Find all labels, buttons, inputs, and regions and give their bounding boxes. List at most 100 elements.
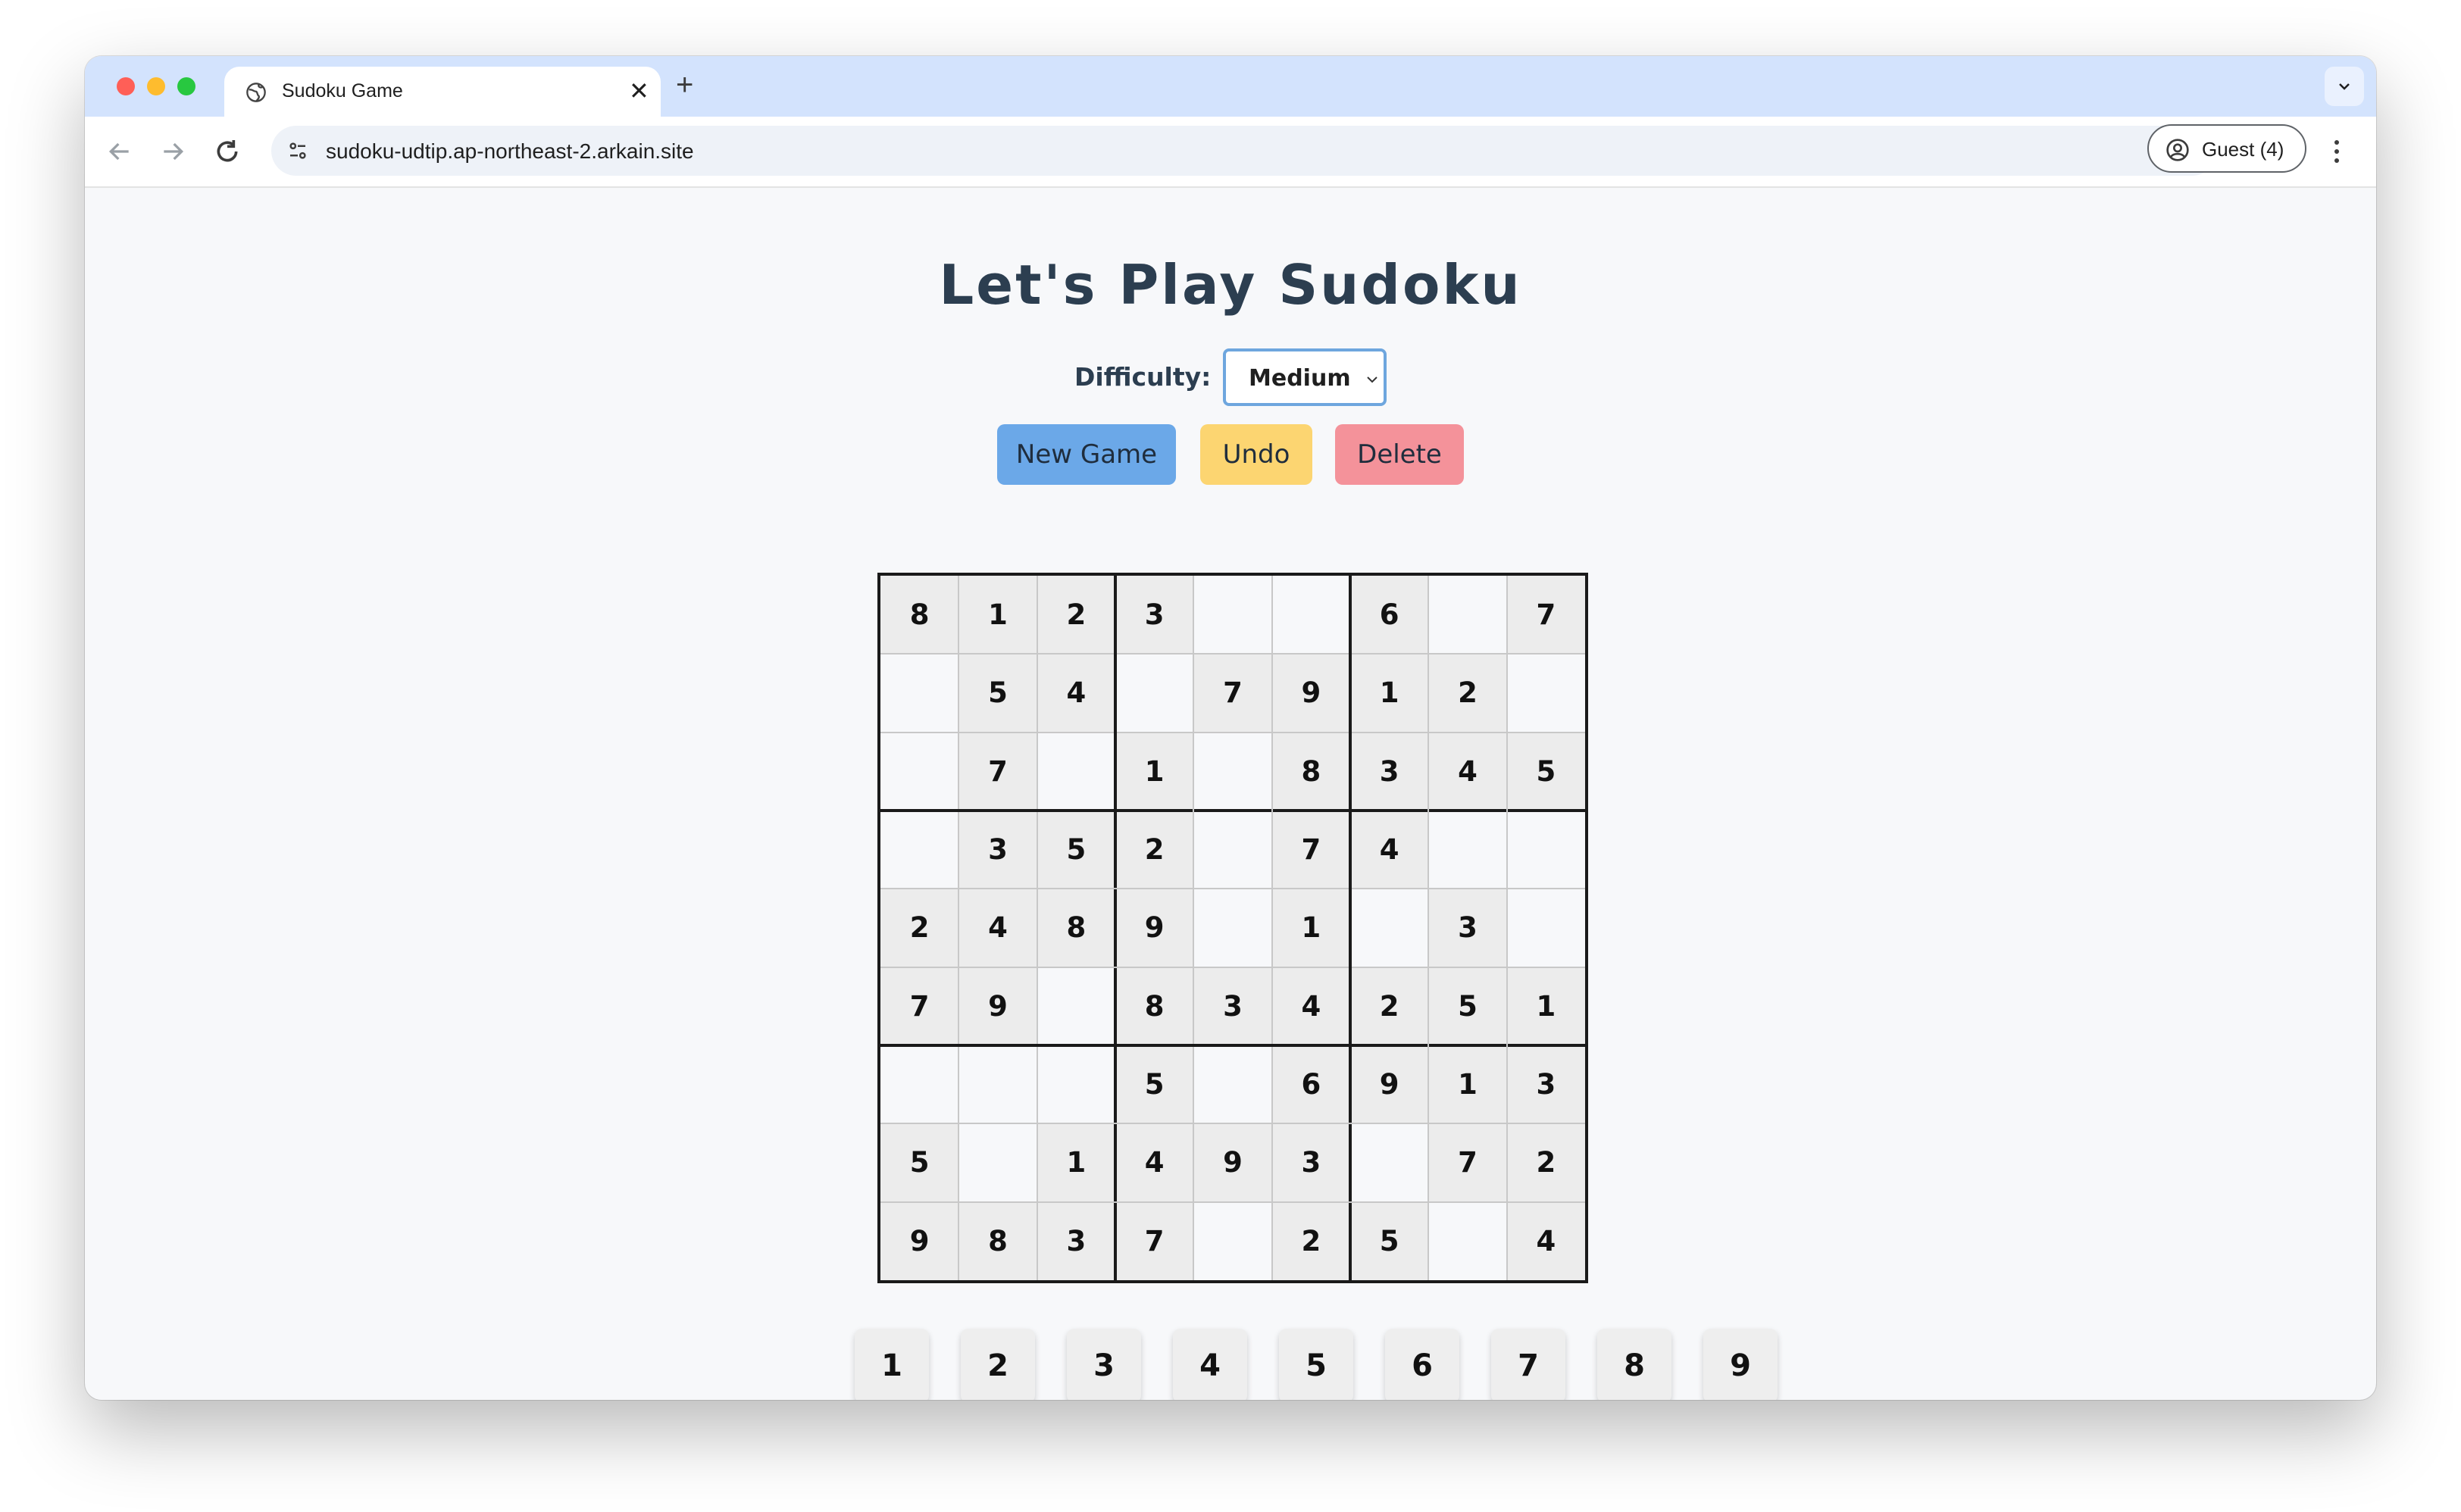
sudoku-cell[interactable]: 5: [1506, 732, 1585, 811]
sudoku-cell[interactable]: 5: [1037, 811, 1115, 889]
sudoku-cell[interactable]: [1037, 967, 1115, 1045]
sudoku-cell[interactable]: 4: [1428, 732, 1507, 811]
sudoku-cell[interactable]: [1193, 733, 1271, 811]
tab-sudoku-game[interactable]: Sudoku Game ✕: [224, 67, 661, 117]
sudoku-cell[interactable]: 1: [1115, 732, 1194, 811]
more-menu-icon[interactable]: [2332, 136, 2341, 167]
sudoku-cell[interactable]: [958, 1045, 1037, 1123]
sudoku-cell[interactable]: 8: [1037, 889, 1115, 967]
sudoku-cell[interactable]: 5: [1428, 967, 1507, 1045]
sudoku-cell[interactable]: 2: [1037, 576, 1115, 654]
sudoku-cell[interactable]: [1037, 1045, 1115, 1123]
sudoku-cell[interactable]: [1428, 811, 1506, 889]
minimize-window-button[interactable]: [147, 77, 165, 95]
sudoku-cell[interactable]: [880, 654, 958, 732]
sudoku-cell[interactable]: 9: [1271, 654, 1350, 733]
numpad-key[interactable]: 6: [1385, 1329, 1459, 1400]
sudoku-cell[interactable]: 7: [1506, 576, 1585, 654]
sudoku-cell[interactable]: 6: [1350, 576, 1429, 654]
sudoku-cell[interactable]: [880, 733, 958, 811]
reload-icon[interactable]: [212, 136, 242, 167]
site-settings-icon[interactable]: [286, 139, 309, 162]
sudoku-cell[interactable]: [1037, 733, 1115, 811]
sudoku-cell[interactable]: 7: [880, 967, 959, 1045]
sudoku-cell[interactable]: 8: [880, 576, 959, 654]
sudoku-cell[interactable]: 2: [1271, 1201, 1350, 1280]
profile-button[interactable]: Guest (4): [2147, 124, 2306, 173]
sudoku-cell[interactable]: 4: [958, 889, 1037, 967]
sudoku-cell[interactable]: 7: [958, 732, 1037, 811]
close-window-button[interactable]: [117, 77, 135, 95]
close-icon[interactable]: ✕: [629, 77, 649, 105]
sudoku-cell[interactable]: [1507, 811, 1585, 889]
numpad-key[interactable]: 4: [1173, 1329, 1247, 1400]
sudoku-cell[interactable]: [1350, 1123, 1428, 1201]
sudoku-cell[interactable]: 2: [1428, 654, 1507, 733]
numpad-key[interactable]: 5: [1279, 1329, 1353, 1400]
sudoku-cell[interactable]: 3: [1350, 732, 1429, 811]
delete-button[interactable]: Delete: [1335, 424, 1464, 485]
sudoku-cell[interactable]: 4: [1271, 967, 1350, 1045]
sudoku-cell[interactable]: 7: [1428, 1123, 1507, 1202]
sudoku-cell[interactable]: 3: [1037, 1201, 1115, 1280]
sudoku-cell[interactable]: [1428, 1202, 1506, 1280]
sudoku-cell[interactable]: 1: [1350, 654, 1429, 733]
sudoku-cell[interactable]: [1272, 576, 1350, 654]
sudoku-cell[interactable]: 9: [880, 1201, 959, 1280]
numpad-key[interactable]: 7: [1491, 1329, 1565, 1400]
tab-search-button[interactable]: [2325, 67, 2364, 106]
numpad-key[interactable]: 3: [1067, 1329, 1141, 1400]
sudoku-cell[interactable]: [1193, 889, 1271, 967]
sudoku-cell[interactable]: 1: [1271, 889, 1350, 967]
numpad-key[interactable]: 1: [855, 1329, 929, 1400]
sudoku-cell[interactable]: 8: [958, 1201, 1037, 1280]
sudoku-cell[interactable]: 3: [1428, 889, 1507, 967]
new-tab-button[interactable]: +: [676, 68, 693, 102]
sudoku-cell[interactable]: [1193, 1045, 1271, 1123]
sudoku-cell[interactable]: [958, 1123, 1037, 1201]
sudoku-cell[interactable]: 1: [1037, 1123, 1115, 1202]
maximize-window-button[interactable]: [177, 77, 195, 95]
sudoku-cell[interactable]: 3: [1193, 967, 1272, 1045]
sudoku-cell[interactable]: 4: [1115, 1123, 1194, 1202]
sudoku-cell[interactable]: 9: [1193, 1123, 1272, 1202]
sudoku-cell[interactable]: 1: [1506, 967, 1585, 1045]
difficulty-select[interactable]: Medium: [1223, 348, 1387, 406]
new-game-button[interactable]: New Game: [997, 424, 1176, 485]
sudoku-cell[interactable]: 2: [1350, 967, 1429, 1045]
sudoku-cell[interactable]: 2: [1115, 811, 1194, 889]
sudoku-cell[interactable]: [1507, 889, 1585, 967]
address-bar[interactable]: sudoku-udtip.ap-northeast-2.arkain.site: [271, 126, 2217, 176]
sudoku-cell[interactable]: 3: [1506, 1045, 1585, 1124]
sudoku-cell[interactable]: 2: [1506, 1123, 1585, 1202]
sudoku-cell[interactable]: 5: [958, 654, 1037, 733]
sudoku-cell[interactable]: [880, 1045, 958, 1123]
sudoku-cell[interactable]: 1: [958, 576, 1037, 654]
sudoku-cell[interactable]: 5: [1350, 1201, 1429, 1280]
sudoku-cell[interactable]: 6: [1271, 1045, 1350, 1124]
numpad-key[interactable]: 2: [961, 1329, 1035, 1400]
sudoku-cell[interactable]: [880, 811, 958, 889]
sudoku-cell[interactable]: [1193, 811, 1271, 889]
forward-arrow-icon[interactable]: [158, 136, 188, 167]
sudoku-cell[interactable]: 5: [1115, 1045, 1194, 1124]
sudoku-cell[interactable]: 7: [1271, 811, 1350, 889]
sudoku-cell[interactable]: 3: [1115, 576, 1194, 654]
sudoku-cell[interactable]: [1193, 1202, 1271, 1280]
sudoku-cell[interactable]: 4: [1506, 1201, 1585, 1280]
sudoku-cell[interactable]: [1428, 576, 1506, 654]
sudoku-cell[interactable]: 8: [1115, 967, 1194, 1045]
sudoku-cell[interactable]: [1507, 654, 1585, 732]
sudoku-cell[interactable]: 1: [1428, 1045, 1507, 1124]
sudoku-cell[interactable]: [1115, 654, 1193, 732]
sudoku-cell[interactable]: 8: [1271, 732, 1350, 811]
sudoku-cell[interactable]: 7: [1115, 1201, 1194, 1280]
numpad-key[interactable]: 8: [1597, 1329, 1671, 1400]
sudoku-cell[interactable]: 3: [958, 811, 1037, 889]
sudoku-cell[interactable]: [1350, 889, 1428, 967]
sudoku-cell[interactable]: 7: [1193, 654, 1272, 733]
numpad-key[interactable]: 9: [1703, 1329, 1778, 1400]
sudoku-cell[interactable]: 9: [1115, 889, 1194, 967]
sudoku-cell[interactable]: [1193, 576, 1271, 654]
sudoku-cell[interactable]: 4: [1037, 654, 1115, 733]
